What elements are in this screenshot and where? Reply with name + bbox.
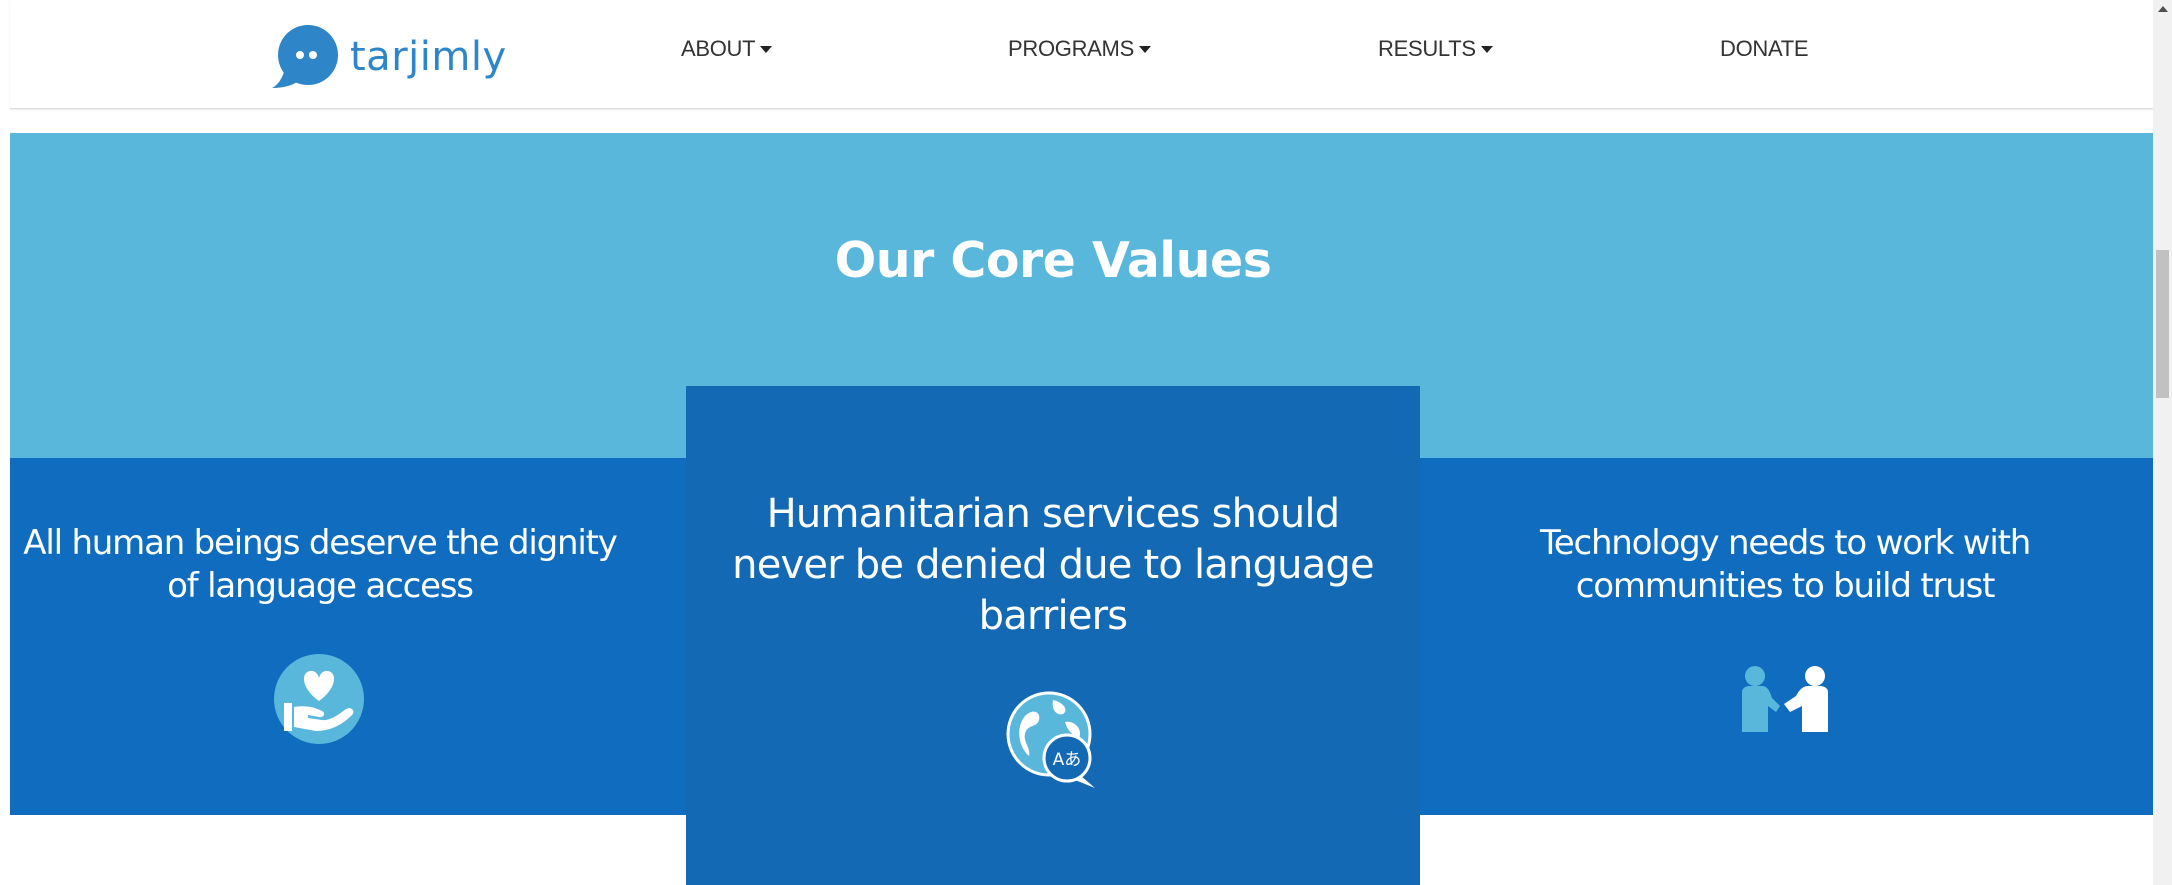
brand-name: tarjimly: [350, 34, 507, 80]
svg-text:Aあ: Aあ: [1053, 750, 1082, 770]
core-values-title: Our Core Values: [834, 232, 1272, 289]
nav-results[interactable]: RESULTS: [1378, 36, 1493, 62]
chat-bubble-logo-icon: [272, 25, 338, 88]
caret-down-icon: [1480, 45, 1493, 53]
core-value-text-1: All human beings deserve the dignity of …: [23, 523, 618, 606]
nav-about[interactable]: ABOUT: [681, 36, 773, 62]
nav-programs[interactable]: PROGRAMS: [1008, 36, 1151, 62]
scroll-thumb[interactable]: [2156, 250, 2169, 398]
scroll-up-arrow-icon[interactable]: [2158, 6, 2168, 12]
caret-down-icon: [760, 45, 773, 53]
nav-programs-label: PROGRAMS: [1008, 36, 1134, 61]
core-value-text-3: Technology needs to work with communitie…: [1539, 523, 2031, 606]
nav-donate-label: DONATE: [1720, 36, 1809, 61]
nav-donate[interactable]: DONATE: [1720, 36, 1809, 62]
nav-results-label: RESULTS: [1378, 36, 1476, 61]
vertical-scrollbar[interactable]: [2153, 0, 2172, 885]
caret-down-icon: [1138, 45, 1151, 53]
nav-about-label: ABOUT: [681, 36, 756, 61]
brand-logo[interactable]: tarjimly: [270, 22, 507, 92]
handshake-icon: [1742, 666, 1828, 732]
core-value-text-2: Humanitarian services should never be de…: [732, 491, 1374, 639]
globe-translate-icon: Aあ: [1006, 691, 1095, 788]
heart-hand-icon: [274, 654, 364, 744]
site-header: tarjimly ABOUT PROGRAMS RESULTS DONATE: [10, 0, 2153, 109]
